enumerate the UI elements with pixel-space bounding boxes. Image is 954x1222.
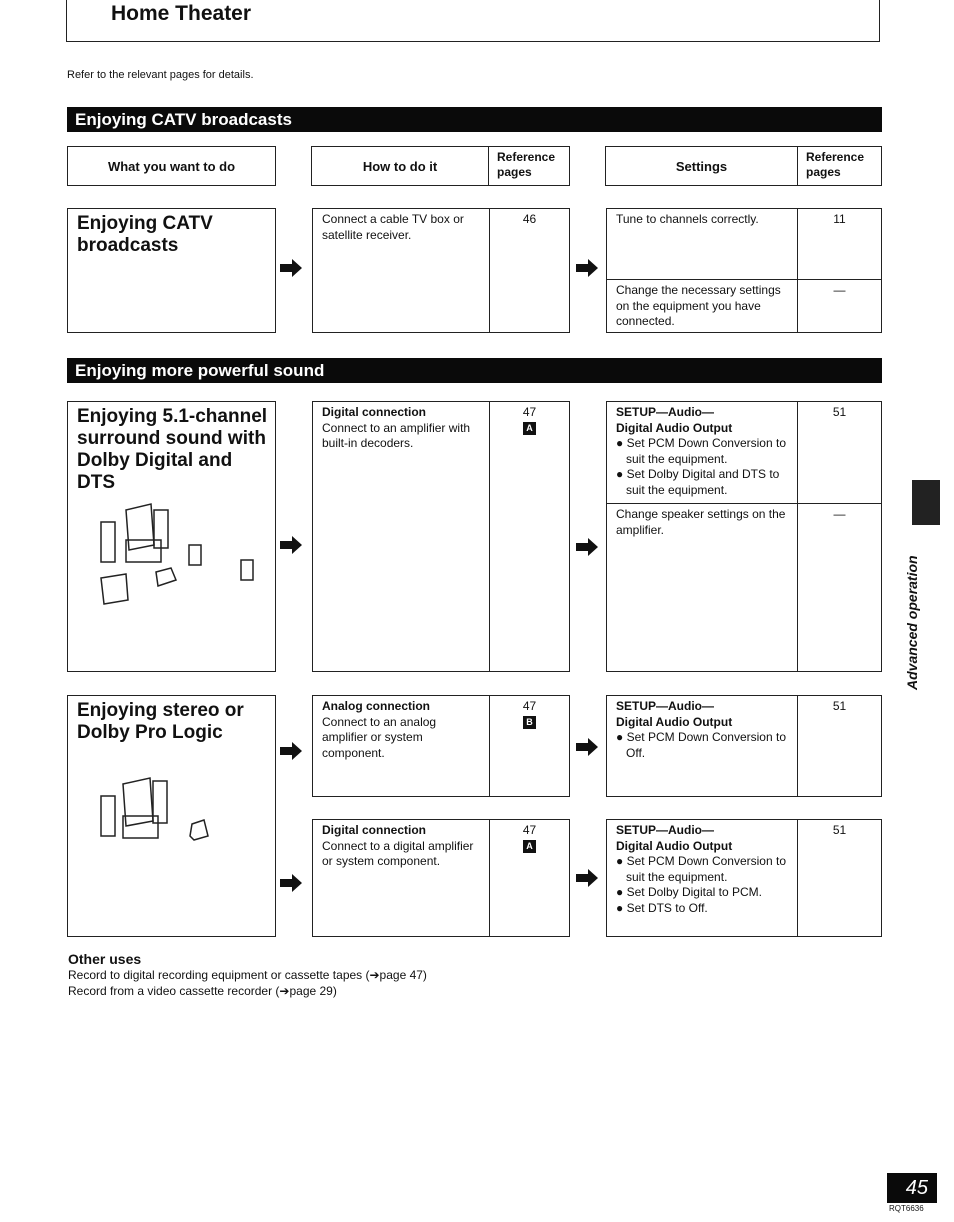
settings-ref: 51 bbox=[797, 402, 881, 503]
settings-ref: — bbox=[797, 504, 881, 672]
settings-surround-row-2: Change speaker settings on the amplifier… bbox=[607, 503, 881, 672]
settings-heading: SETUP—Audio— bbox=[616, 405, 714, 419]
how-digital: Digital connection Connect to a digital … bbox=[312, 819, 570, 937]
ref-page: 47 bbox=[522, 405, 537, 419]
how-text: Connect to an analog amplifier or system… bbox=[322, 714, 437, 760]
how-surround-ref: 47 A bbox=[489, 402, 569, 671]
settings-catv: Tune to channels correctly. 11 Change th… bbox=[606, 208, 882, 333]
how-heading: Digital connection bbox=[322, 823, 427, 837]
settings-surround: SETUP—Audio— Digital Audio Output ● Set … bbox=[606, 401, 882, 672]
settings-bullet: ● Set Dolby Digital and DTS to suit the … bbox=[616, 467, 780, 497]
arrow-right-icon bbox=[280, 259, 302, 277]
want-surround-label: Enjoying 5.1-channel surround sound with… bbox=[77, 406, 268, 493]
how-catv: Connect a cable TV box or satellite rece… bbox=[312, 208, 570, 333]
column-header-how-ref: Reference pages bbox=[488, 147, 569, 185]
column-header-want-label: What you want to do bbox=[107, 158, 236, 174]
how-analog-cell: Analog connection Connect to an analog a… bbox=[313, 696, 489, 796]
want-stereo: Enjoying stereo or Dolby Pro Logic bbox=[67, 695, 276, 937]
how-digital-ref: 47 A bbox=[489, 820, 569, 936]
settings-text: Change the necessary settings on the equ… bbox=[616, 283, 781, 328]
stereo-system-illustration bbox=[100, 777, 209, 841]
surround-system-illustration bbox=[100, 503, 254, 605]
settings-subheading: Digital Audio Output bbox=[616, 420, 733, 435]
how-heading: Analog connection bbox=[322, 699, 430, 713]
settings-ref: 51 bbox=[797, 820, 881, 936]
other-uses-heading: Other uses bbox=[68, 951, 142, 967]
settings-bullet: ● Set PCM Down Conversion to suit the eq… bbox=[616, 854, 786, 884]
want-stereo-label: Enjoying stereo or Dolby Pro Logic bbox=[77, 700, 244, 743]
connection-tag: A bbox=[523, 840, 536, 853]
settings-heading: SETUP—Audio— bbox=[616, 823, 714, 837]
page-title-box: Home Theater bbox=[66, 0, 880, 42]
document-code: RQT6636 bbox=[889, 1204, 924, 1213]
settings-bullet: ● Set PCM Down Conversion to Off. bbox=[616, 730, 786, 760]
column-header-settings-label: Settings bbox=[675, 158, 728, 174]
how-text: Connect to an amplifier with built-in de… bbox=[322, 420, 471, 451]
arrow-right-icon bbox=[280, 742, 302, 760]
settings-bullet: ● Set Dolby Digital to PCM. bbox=[616, 885, 762, 899]
arrow-right-icon bbox=[576, 538, 598, 556]
settings-subheading: Digital Audio Output bbox=[616, 838, 733, 853]
column-header-settings-ref: Reference pages bbox=[797, 147, 881, 185]
settings-bullet: ● Set DTS to Off. bbox=[616, 900, 708, 915]
settings-heading: SETUP—Audio— bbox=[616, 699, 714, 713]
ref-page: 47 bbox=[522, 699, 537, 713]
connection-tag: A bbox=[523, 422, 536, 435]
want-surround: Enjoying 5.1-channel surround sound with… bbox=[67, 401, 276, 672]
settings-digital: SETUP—Audio— Digital Audio Output ● Set … bbox=[606, 819, 882, 937]
how-text: Connect to a digital amplifier or system… bbox=[322, 838, 474, 869]
intro-text: Refer to the relevant pages for details. bbox=[67, 69, 254, 81]
settings-subheading: Digital Audio Output bbox=[616, 714, 733, 729]
other-uses-line: Record to digital recording equipment or… bbox=[68, 968, 427, 982]
settings-ref: — bbox=[797, 280, 881, 333]
connection-tag: B bbox=[523, 716, 536, 729]
settings-cell: SETUP—Audio— Digital Audio Output ● Set … bbox=[607, 820, 797, 936]
settings-text: Tune to channels correctly. bbox=[616, 212, 759, 226]
settings-cell: SETUP—Audio— Digital Audio Output ● Set … bbox=[607, 696, 797, 796]
arrow-right-icon bbox=[280, 536, 302, 554]
page-title: Home Theater bbox=[111, 2, 252, 25]
arrow-right-icon bbox=[576, 259, 598, 277]
want-catv: Enjoying CATV broadcasts bbox=[67, 208, 276, 333]
section-band-catv: Enjoying CATV broadcasts bbox=[67, 107, 882, 132]
section-tab-marker bbox=[912, 480, 940, 525]
ref-page: 47 bbox=[522, 823, 537, 837]
how-analog-ref: 47 B bbox=[489, 696, 569, 796]
arrow-right-icon bbox=[280, 874, 302, 892]
column-header-want: What you want to do bbox=[67, 146, 276, 186]
how-catv-text: Connect a cable TV box or satellite rece… bbox=[322, 212, 464, 242]
column-header-how-label: How to do it bbox=[362, 158, 438, 174]
how-digital-cell: Digital connection Connect to a digital … bbox=[313, 820, 489, 936]
settings-catv-row-1: Tune to channels correctly. 11 bbox=[607, 209, 881, 279]
settings-analog: SETUP—Audio— Digital Audio Output ● Set … bbox=[606, 695, 882, 797]
page-number: 45 bbox=[887, 1173, 937, 1203]
settings-bullet: ● Set PCM Down Conversion to suit the eq… bbox=[616, 436, 786, 466]
how-analog: Analog connection Connect to an analog a… bbox=[312, 695, 570, 797]
section-band-sound: Enjoying more powerful sound bbox=[67, 358, 882, 383]
settings-cell: SETUP—Audio— Digital Audio Output ● Set … bbox=[607, 402, 797, 503]
settings-ref: 11 bbox=[797, 209, 881, 279]
settings-surround-row-1: SETUP—Audio— Digital Audio Output ● Set … bbox=[607, 402, 881, 503]
column-header-how: How to do it Reference pages bbox=[311, 146, 570, 186]
arrow-right-icon bbox=[576, 869, 598, 887]
arrow-right-icon bbox=[576, 738, 598, 756]
how-surround-cell: Digital connection Connect to an amplifi… bbox=[313, 402, 489, 671]
settings-ref: 51 bbox=[797, 696, 881, 796]
how-heading: Digital connection bbox=[322, 405, 427, 419]
settings-text: Change speaker settings on the amplifier… bbox=[616, 507, 786, 537]
side-tab-label: Advanced operation bbox=[904, 555, 920, 690]
other-uses-line: Record from a video cassette recorder (➔… bbox=[68, 984, 337, 998]
how-catv-ref: 46 bbox=[489, 209, 569, 332]
settings-catv-row-2: Change the necessary settings on the equ… bbox=[607, 279, 881, 333]
how-surround: Digital connection Connect to an amplifi… bbox=[312, 401, 570, 672]
column-header-settings: Settings Reference pages bbox=[605, 146, 882, 186]
